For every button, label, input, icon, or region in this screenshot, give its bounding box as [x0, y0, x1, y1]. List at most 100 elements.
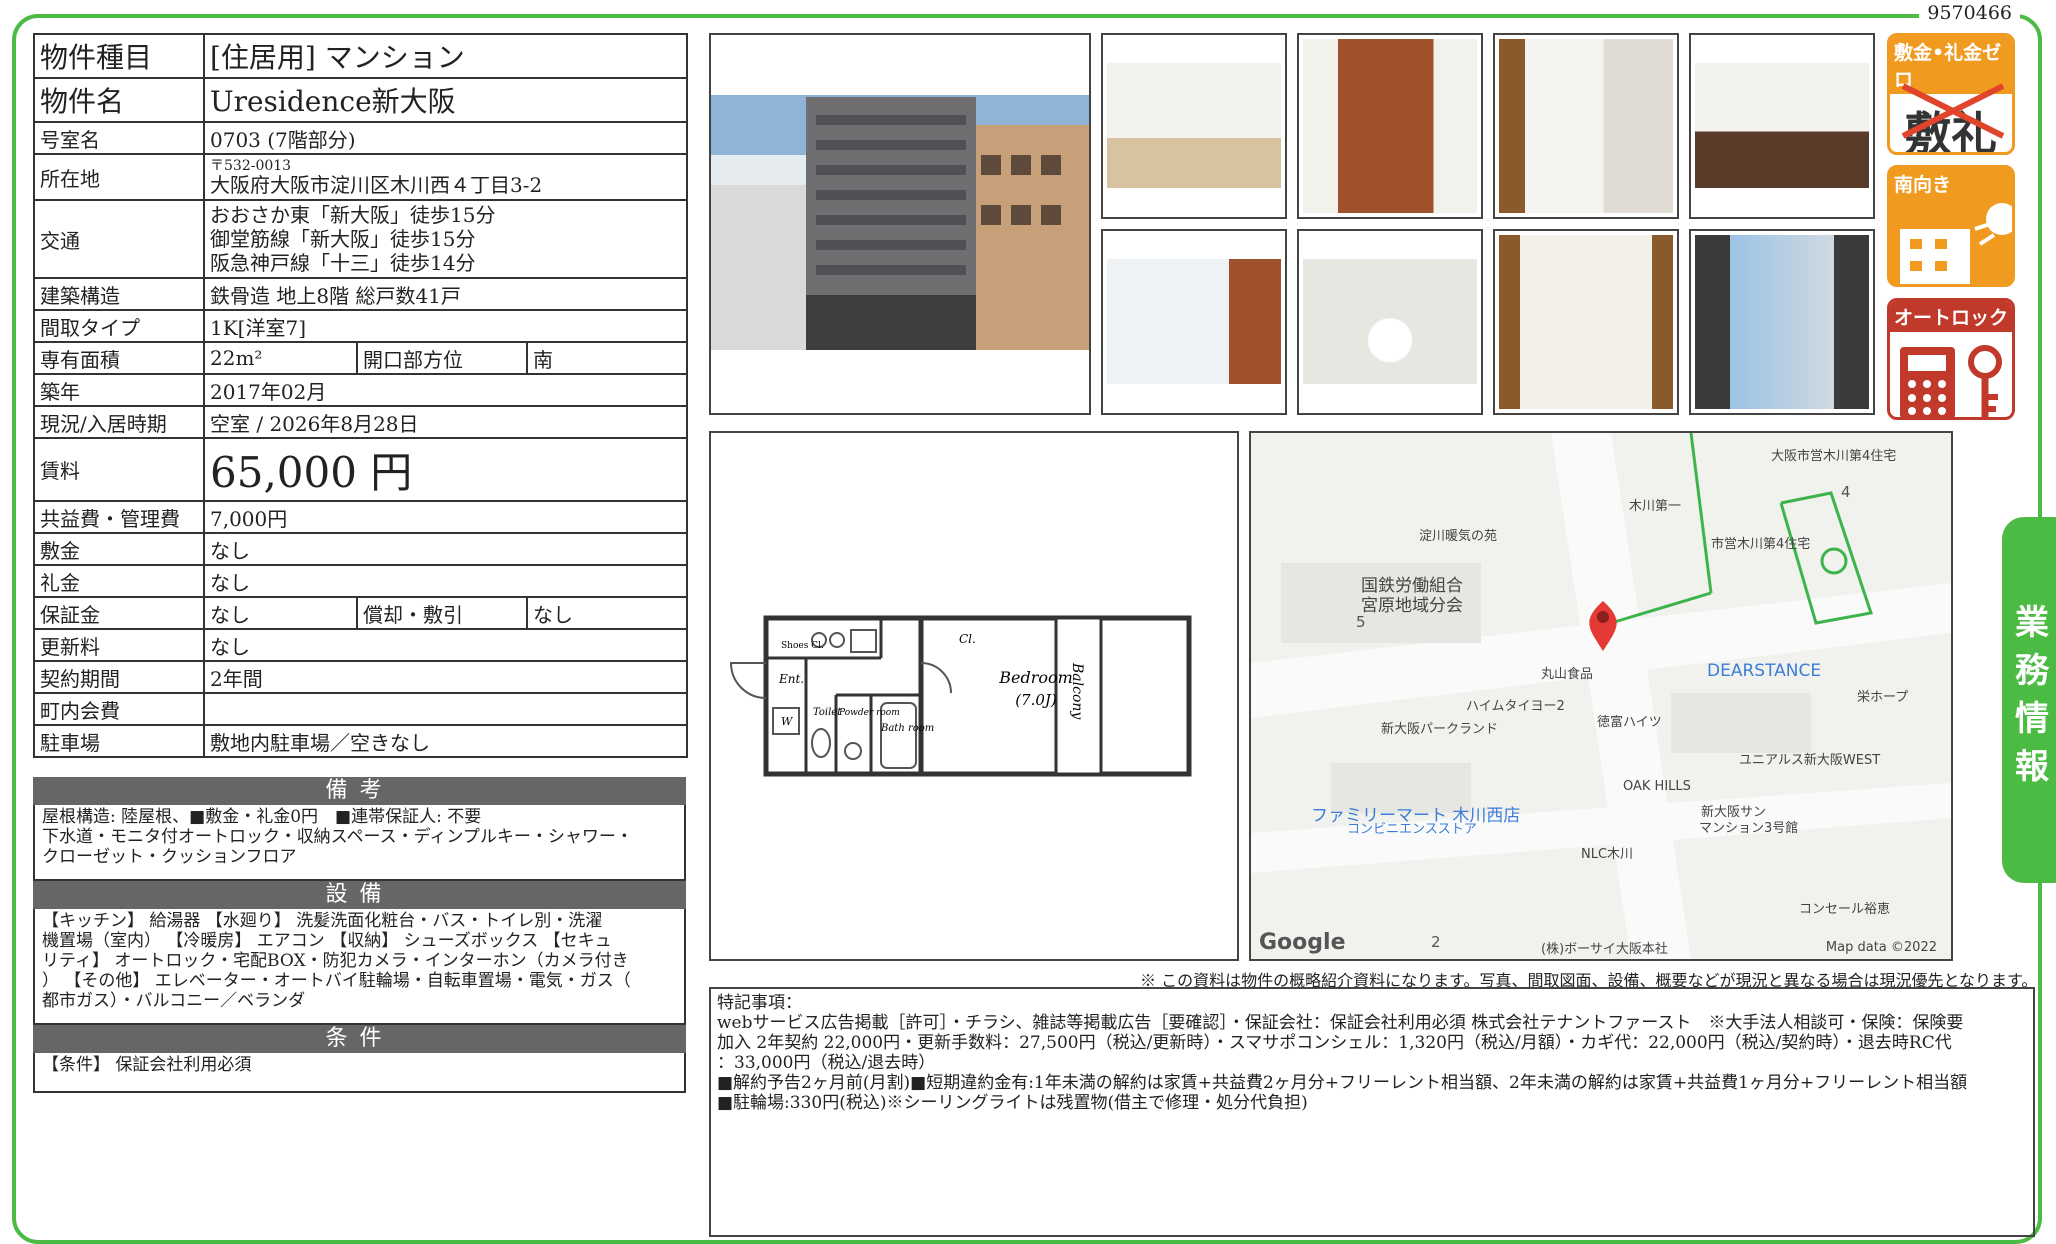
contract-value: 2年間: [202, 660, 689, 694]
common-value: 7,000円: [202, 500, 689, 534]
property-table: 物件種目 [住居用] マンション 物件名 Uresidence新大阪 号室名 0703…: [33, 33, 689, 758]
entrance-label: Ent.: [778, 672, 804, 686]
room-photo-7[interactable]: [1493, 229, 1679, 415]
addr-zip: 〒532-0013: [210, 157, 292, 174]
traffic-label: 交通: [33, 199, 205, 279]
common-label: 共益費・管理費: [33, 500, 205, 534]
guarantee-label: 保証金: [33, 596, 205, 630]
room-photo-1[interactable]: [1101, 33, 1287, 219]
name-value: Uresidence新大阪: [202, 77, 689, 123]
remarks-title: 特記事項：: [717, 993, 802, 1013]
traffic-cell: おおさか東「新大阪」徒歩15分 御堂筋線「新大阪」徒歩15分 阪急神戸線「十三」徒歩…: [202, 199, 689, 279]
direction-label: 開口部方位: [356, 341, 528, 375]
parking-label: 駐車場: [33, 724, 205, 758]
built-value: 2017年02月: [202, 373, 689, 407]
jouken-text: 【条件】 保証会社利用必須: [33, 1053, 686, 1093]
closet-label: Cl.: [959, 632, 976, 646]
map-block-number: 5: [1356, 613, 1366, 631]
room-photo-6[interactable]: [1297, 229, 1483, 415]
traffic-line-3: 阪急神戸線「十三」徒歩14分: [210, 251, 476, 275]
map-block-number: 4: [1841, 483, 1851, 501]
exterior-photo[interactable]: [709, 33, 1091, 415]
balcony-label: Balcony: [1069, 662, 1085, 720]
room-label: 号室名: [33, 121, 205, 155]
status-value: 空室 / 2026年8月28日: [202, 405, 689, 439]
room-value: 0703 (7階部分): [202, 121, 689, 155]
map-credit: Map data ©2022: [1825, 940, 1937, 955]
renewal-label: 更新料: [33, 628, 205, 662]
room-photo-2[interactable]: [1297, 33, 1483, 219]
special-remarks: 特記事項： webサービス広告掲載［許可］・チラシ、雑誌等掲載広告［要確認］・保…: [709, 987, 2035, 1237]
room-photo-5[interactable]: [1101, 229, 1287, 415]
map-place-label: OAK HILLS: [1623, 779, 1691, 794]
map-place-label: 新大阪パークランド: [1381, 722, 1499, 737]
traffic-line-2: 御堂筋線「新大阪」徒歩15分: [210, 227, 476, 251]
jouken-header: 条件: [33, 1025, 686, 1053]
map-place-label: 淀川暖気の苑: [1419, 529, 1498, 544]
structure-value: 鉄骨造 地上8階 総戸数41戸: [202, 277, 689, 311]
shoes-closet-label: Shoes Cl.: [781, 641, 824, 651]
bedroom-label: Bedroom: [998, 668, 1073, 687]
map-place-label: コンセール裕恵: [1799, 902, 1891, 917]
room-photo-3[interactable]: [1493, 33, 1679, 219]
location-map[interactable]: 大阪市営木川第4住宅 木川第一 淀川暖気の苑 市営木川第4住宅 国鉄労働組合 宮原地域分会…: [1249, 431, 1953, 961]
south-facing-badge: 南向き: [1887, 165, 2015, 287]
map-place-label: NLC木川: [1581, 847, 1634, 862]
south-facing-title: 南向き: [1890, 168, 2012, 199]
layout-value: 1K[洋室7]: [202, 309, 689, 343]
contract-label: 契約期間: [33, 660, 205, 694]
bedroom-size-label: (7.0J): [1015, 691, 1057, 709]
map-place-label: ユニアルス新大阪WEST: [1739, 753, 1881, 768]
sun-house-icon: [1900, 203, 2012, 284]
map-place-label: 市営木川第4住宅: [1711, 537, 1811, 552]
map-place-label: マンション3号館: [1699, 821, 1799, 836]
document-id: 9570466: [1919, 2, 2020, 24]
floor-plan[interactable]: Shoes Cl. Ent. Cl. W Toilet Powder room …: [709, 431, 1239, 961]
setsubi-text: 【キッチン】 給湯器 【水廻り】 洗髪洗面化粧台・バス・トイレ別・洗濯 機置場（…: [33, 909, 686, 1025]
map-place-label: ハイムタイヨー2: [1466, 699, 1565, 714]
assoc-value: [202, 692, 689, 726]
addr-cell: 〒532-0013 大阪府大阪市淀川区木川西４丁目3-2: [202, 153, 689, 201]
remarks-line: 加入 2年契約 22,000円・更新手数料：27,500円（税込/更新時）・スマ…: [717, 1033, 1952, 1053]
map-place-label: 徳富ハイツ: [1597, 715, 1662, 730]
business-info-tab[interactable]: 業務情報: [2002, 517, 2056, 883]
map-roads: [1251, 433, 1951, 959]
rent-label: 賃料: [33, 437, 205, 502]
washer-label: W: [781, 715, 794, 728]
map-place-label: 栄ホープ: [1857, 690, 1909, 705]
deposit-value: なし: [202, 532, 689, 566]
cross-icon: [1901, 83, 2005, 139]
room-photo-4[interactable]: [1689, 33, 1875, 219]
area-value: 22m²: [203, 341, 358, 375]
remarks-line: ■駐輪場:330円(税込)※シーリングライトは残置物(借主で修理・処分代負担): [717, 1093, 1308, 1113]
bath-room-label: Bath room: [880, 723, 934, 734]
layout-label: 間取タイプ: [33, 309, 205, 343]
assoc-label: 町内会費: [33, 692, 205, 726]
map-place-label: コンビニエンスストア: [1347, 822, 1477, 837]
business-info-label: 業務情報: [2008, 604, 2049, 796]
map-place-label: 大阪市営木川第4住宅: [1771, 449, 1897, 464]
map-place-label: 丸山食品: [1541, 667, 1594, 682]
autolock-title: オートロック: [1890, 301, 2012, 332]
map-place-label: (株)ボーサイ大阪本社: [1541, 942, 1668, 957]
addr-label: 所在地: [33, 153, 205, 201]
setsubi-header: 設備: [33, 881, 686, 909]
floor-plan-drawing: Shoes Cl. Ent. Cl. W Toilet Powder room …: [729, 615, 1192, 777]
key-money-value: なし: [202, 564, 689, 598]
type-label: 物件種目: [33, 33, 205, 79]
traffic-line-1: おおさか東「新大阪」徒歩15分: [210, 203, 496, 227]
autolock-badge: オートロック: [1887, 298, 2015, 420]
intercom-key-icon: [1900, 345, 2002, 417]
powder-room-label: Powder room: [838, 708, 900, 718]
map-place-label: 木川第一: [1629, 499, 1682, 514]
room-photo-8[interactable]: [1689, 229, 1875, 415]
guarantee-value: なし: [203, 596, 358, 630]
remarks-line: ：33,000円（税込/退去時）: [717, 1053, 936, 1073]
amort-value: なし: [525, 596, 689, 630]
status-label: 現況/入居時期: [33, 405, 205, 439]
google-logo: Google: [1259, 930, 1346, 955]
building-image: [711, 95, 1089, 350]
remarks-line: ■解約予告2ヶ月前(月割)■短期違約金有:1年未満の解約は家賃+共益費2ヶ月分+…: [717, 1073, 1968, 1093]
key-money-label: 礼金: [33, 564, 205, 598]
type-value: [住居用] マンション: [202, 33, 689, 79]
